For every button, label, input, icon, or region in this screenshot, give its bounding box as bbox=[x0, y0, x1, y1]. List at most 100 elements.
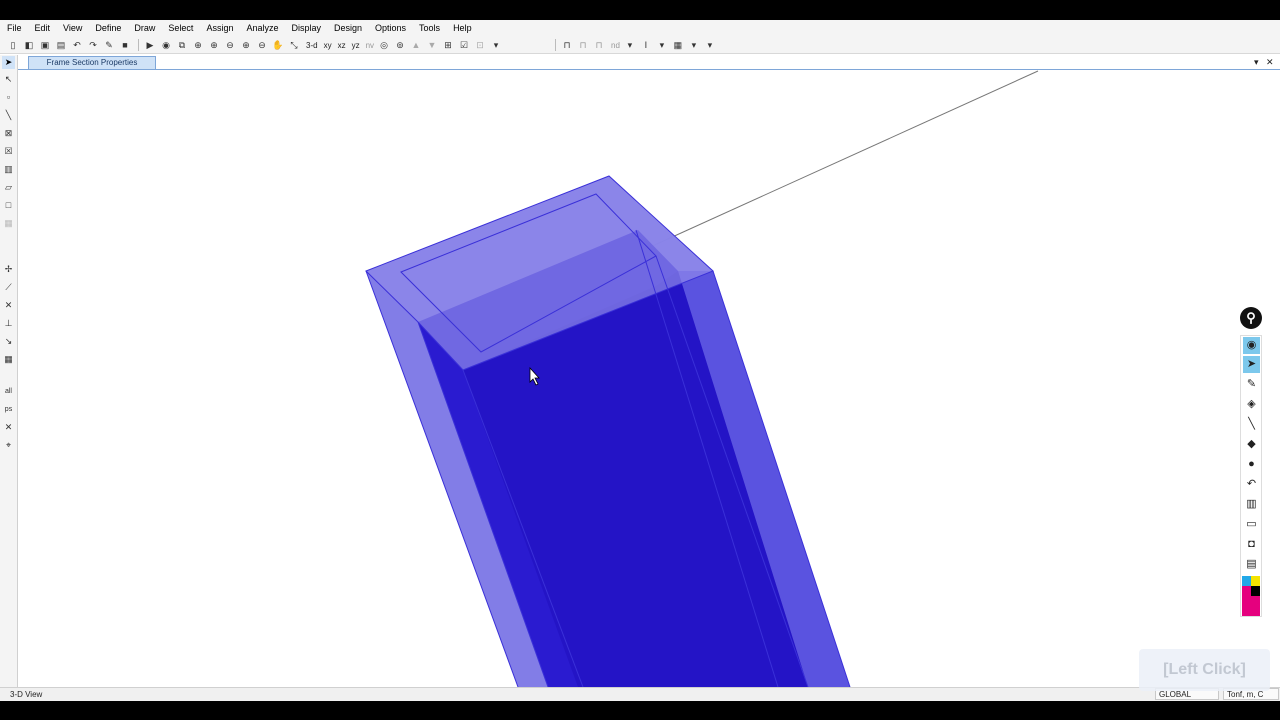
menu-select[interactable]: Select bbox=[161, 20, 199, 37]
set-display-icon[interactable]: ⊞ bbox=[441, 38, 455, 52]
clear-selection-icon[interactable]: ✕ bbox=[2, 421, 15, 434]
chevron-down-icon[interactable]: ▾ bbox=[489, 38, 503, 52]
menu-file[interactable]: File bbox=[0, 20, 28, 37]
run-analysis-icon[interactable]: ▶ bbox=[143, 38, 157, 52]
snap-icon[interactable]: ✢ bbox=[2, 263, 15, 276]
zoom-restore-icon[interactable]: ⊕ bbox=[239, 38, 253, 52]
save-icon[interactable]: ▣ bbox=[38, 38, 52, 52]
color-magenta-swatch[interactable] bbox=[1242, 586, 1251, 596]
zoom-in-icon[interactable]: ⊕ bbox=[207, 38, 221, 52]
menu-view[interactable]: View bbox=[56, 20, 88, 37]
frame-icon[interactable]: ⊓ bbox=[560, 38, 574, 52]
section-icon[interactable]: I bbox=[639, 38, 653, 52]
print-icon[interactable]: ▤ bbox=[54, 38, 68, 52]
eye-icon[interactable]: ◉ bbox=[1243, 337, 1260, 354]
menu-options[interactable]: Options bbox=[368, 20, 412, 37]
deformed-shape-icon[interactable]: ⊓ bbox=[576, 38, 590, 52]
nd-button[interactable]: nd bbox=[611, 41, 620, 50]
undo-icon[interactable]: ↶ bbox=[1243, 476, 1260, 493]
camera-icon[interactable]: ◘ bbox=[1243, 536, 1260, 553]
zoom-rubber-band-icon[interactable]: ⊕ bbox=[191, 38, 205, 52]
menu-help[interactable]: Help bbox=[446, 20, 478, 37]
undo-icon[interactable]: ↶ bbox=[70, 38, 84, 52]
draw-grid-icon[interactable]: ▥ bbox=[2, 163, 15, 176]
close-icon[interactable]: ✕ bbox=[1266, 55, 1274, 69]
perspective-icon[interactable]: ◎ bbox=[377, 38, 391, 52]
pan-icon[interactable]: ✋ bbox=[271, 38, 285, 52]
color-black-swatch[interactable] bbox=[1251, 586, 1260, 596]
reshape-icon[interactable]: ↖ bbox=[2, 73, 15, 86]
chevron-down-icon[interactable]: ▾ bbox=[687, 38, 701, 52]
draw-x-brace-icon[interactable]: ☒ bbox=[2, 145, 15, 158]
draw-brace-icon[interactable]: ⊠ bbox=[2, 127, 15, 140]
zoom-out-icon[interactable]: ⊖ bbox=[223, 38, 237, 52]
snap-intersect-icon[interactable]: ✕ bbox=[2, 299, 15, 312]
menu-design[interactable]: Design bbox=[327, 20, 368, 37]
snap-midpoint-icon[interactable]: ↘ bbox=[2, 335, 15, 348]
annotation-logo-icon[interactable]: ⚲ bbox=[1240, 307, 1262, 329]
menu-analyze[interactable]: Analyze bbox=[239, 20, 284, 37]
color-yellow-swatch[interactable] bbox=[1251, 576, 1260, 586]
pencil-icon[interactable]: ✎ bbox=[102, 38, 116, 52]
animate-icon[interactable]: ◉ bbox=[159, 38, 173, 52]
more-icon[interactable]: ▾ bbox=[703, 38, 717, 52]
main-toolbar: ▯ ◧ ▣ ▤ ↶ ↷ ✎ ■ ▶ ◉ ⧉ ⊕ ⊕ ⊖ ⊕ ⊖ ✋ ⤡ 3-d … bbox=[0, 37, 1280, 54]
previous-select-icon[interactable]: ps bbox=[2, 403, 15, 416]
menu-tools[interactable]: Tools bbox=[412, 20, 446, 37]
notes-icon[interactable]: ▤ bbox=[1243, 556, 1260, 573]
menu-define[interactable]: Define bbox=[88, 20, 127, 37]
object-shrink-icon[interactable]: ⊚ bbox=[393, 38, 407, 52]
dot-icon[interactable]: ● bbox=[1243, 456, 1260, 473]
current-color-swatch[interactable] bbox=[1242, 596, 1260, 616]
new-file-icon[interactable]: ▯ bbox=[6, 38, 20, 52]
draw-frame-icon[interactable]: ╲ bbox=[2, 109, 15, 122]
etabs-window: File Edit View Define Draw Select Assign… bbox=[0, 20, 1280, 701]
chevron-down-icon[interactable]: ▾ bbox=[623, 38, 637, 52]
eraser-icon[interactable]: ◆ bbox=[1243, 436, 1260, 453]
lock-icon[interactable]: ■ bbox=[118, 38, 132, 52]
whiteboard-icon[interactable]: ▭ bbox=[1243, 516, 1260, 533]
snap-grid-icon[interactable]: ▦ bbox=[2, 353, 15, 366]
menu-assign[interactable]: Assign bbox=[199, 20, 239, 37]
tab-list-chevron-icon[interactable]: ▾ bbox=[1254, 55, 1259, 69]
color-cyan-swatch[interactable] bbox=[1242, 576, 1251, 586]
move-up-icon[interactable]: ▲ bbox=[409, 38, 423, 52]
view-xz-button[interactable]: xz bbox=[338, 41, 346, 50]
trash-icon[interactable]: ▥ bbox=[1243, 496, 1260, 513]
snap-line-icon[interactable]: ⟋ bbox=[2, 281, 15, 294]
check-icon[interactable]: ☑ bbox=[457, 38, 471, 52]
open-file-icon[interactable]: ◧ bbox=[22, 38, 36, 52]
3d-view-canvas[interactable] bbox=[18, 70, 1280, 687]
view-xy-button[interactable]: xy bbox=[324, 41, 332, 50]
draw-shell-icon[interactable]: ▱ bbox=[2, 181, 15, 194]
rotate-icon[interactable]: ⤡ bbox=[287, 38, 301, 52]
redo-icon[interactable]: ↷ bbox=[86, 38, 100, 52]
select-all-icon[interactable]: all bbox=[2, 385, 15, 398]
view-yz-button[interactable]: yz bbox=[352, 41, 360, 50]
tab-frame-section-properties[interactable]: Frame Section Properties bbox=[28, 56, 156, 69]
get-previous-icon[interactable]: ⌖ bbox=[2, 439, 15, 452]
line-icon[interactable]: ╲ bbox=[1243, 416, 1260, 433]
axis-line bbox=[647, 70, 1039, 249]
click-indicator: [Left Click] bbox=[1139, 649, 1270, 691]
snap-perpendicular-icon[interactable]: ⊥ bbox=[2, 317, 15, 330]
zoom-window-icon[interactable]: ⧉ bbox=[175, 38, 189, 52]
draw-rectangle-icon[interactable]: □ bbox=[2, 199, 15, 212]
view-3d-button[interactable]: 3-d bbox=[306, 41, 318, 50]
design-icon[interactable]: ▦ bbox=[671, 38, 685, 52]
pointer-icon[interactable]: ➤ bbox=[2, 56, 15, 69]
menu-edit[interactable]: Edit bbox=[28, 20, 57, 37]
highlighter-icon[interactable]: ◈ bbox=[1243, 396, 1260, 413]
zoom-previous-icon[interactable]: ⊖ bbox=[255, 38, 269, 52]
menu-draw[interactable]: Draw bbox=[127, 20, 161, 37]
pen-icon[interactable]: ✎ bbox=[1243, 376, 1260, 393]
joint-icon[interactable]: ▫ bbox=[2, 91, 15, 104]
move-down-icon[interactable]: ▼ bbox=[425, 38, 439, 52]
mode-shape-icon[interactable]: ⊓ bbox=[592, 38, 606, 52]
chevron-down-icon[interactable]: ▾ bbox=[655, 38, 669, 52]
menu-display[interactable]: Display bbox=[284, 20, 327, 37]
view-nv-button[interactable]: nv bbox=[366, 41, 374, 50]
display-options-icon[interactable]: ⊡ bbox=[473, 38, 487, 52]
draw-area-icon[interactable]: ▦ bbox=[2, 217, 15, 230]
pointer-icon[interactable]: ➤ bbox=[1243, 356, 1260, 373]
